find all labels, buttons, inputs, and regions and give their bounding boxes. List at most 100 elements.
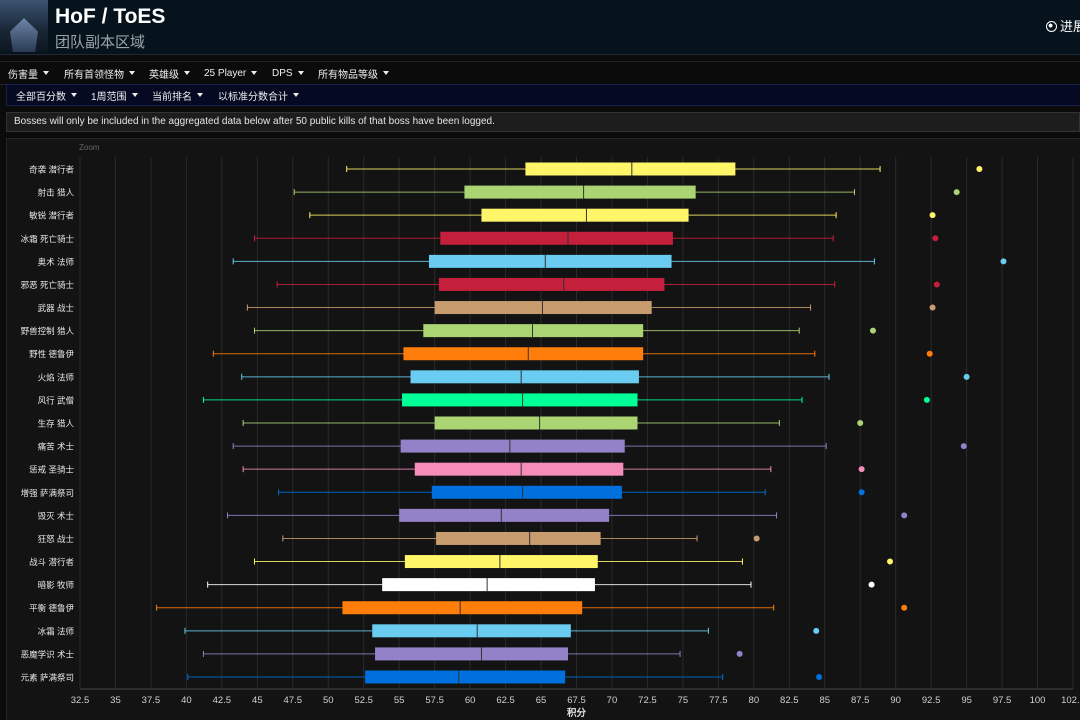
x-tick-label: 52.5	[354, 695, 373, 706]
x-tick-label: 95	[961, 695, 972, 706]
x-tick-label: 47.5	[284, 695, 303, 706]
outlier-point	[1000, 258, 1007, 265]
caret-down-icon	[43, 71, 49, 75]
caret-down-icon	[251, 71, 258, 75]
x-tick-label: 37.5	[142, 695, 161, 706]
outlier-point	[901, 512, 908, 519]
caret-down-icon	[197, 93, 203, 97]
zone-header: HoF / ToES 团队副本区域 进展	[0, 0, 1080, 55]
iqr-box	[434, 301, 652, 315]
boss-dropdown[interactable]: 所有首领怪物	[64, 62, 135, 84]
spec-label: 冰霜 法师	[38, 626, 75, 636]
spec-label: 武器 战士	[38, 303, 75, 313]
spec-label: 生存 猎人	[38, 419, 75, 429]
item-level-dropdown[interactable]: 所有物品等级	[318, 62, 389, 84]
x-tick-label: 92.5	[922, 695, 941, 706]
spec-label: 平衡 德鲁伊	[29, 603, 74, 613]
spec-label: 野性 德鲁伊	[29, 349, 74, 359]
x-tick-label: 40	[181, 695, 192, 706]
iqr-box	[431, 485, 622, 499]
outlier-point	[868, 581, 875, 588]
x-tick-label: 75	[678, 695, 689, 706]
aggregation-notice: Bosses will only be included in the aggr…	[6, 112, 1080, 132]
globe-icon	[1046, 21, 1057, 32]
x-tick-label: 77.5	[709, 695, 728, 706]
aggregation-dropdown[interactable]: 以标准分数合计	[218, 85, 299, 105]
spec-label: 惩戒 圣骑士	[29, 465, 74, 475]
iqr-box	[428, 254, 672, 268]
outlier-point	[858, 489, 865, 496]
spec-boxplot-chart: Zoom 32.5 35 37.5 40 42.5 45 47.5 50 52.5 55 57.5 6…	[6, 138, 1080, 720]
iqr-box	[365, 670, 566, 684]
spec-label: 恶魔学识 术士	[21, 649, 75, 659]
percentile-dropdown[interactable]: 全部百分数	[16, 85, 77, 105]
spec-label: 奥术 法师	[38, 257, 75, 267]
outlier-point	[858, 466, 865, 473]
secondary-filter-bar: 全部百分数 1周范围 当前排名 以标准分数合计	[6, 84, 1080, 106]
outlier-point	[960, 443, 967, 450]
caret-down-icon	[71, 93, 77, 97]
progress-label: 进展	[1060, 19, 1080, 34]
iqr-box	[375, 647, 568, 661]
ranking-dropdown[interactable]: 当前排名	[152, 85, 203, 105]
difficulty-dropdown[interactable]: 英雄级	[149, 62, 190, 84]
x-tick-label: 60	[465, 695, 476, 706]
iqr-box	[402, 393, 638, 407]
x-tick-label: 65	[536, 695, 547, 706]
outlier-point	[887, 558, 894, 565]
caret-down-icon	[297, 71, 304, 75]
boxplot-svg: 32.5 35 37.5 40 42.5 45 47.5 50 52.5 55 57.5 60 62.5…	[21, 157, 1080, 719]
outlier-point	[813, 627, 820, 634]
x-tick-label: 45	[252, 695, 263, 706]
caret-down-icon	[129, 71, 135, 75]
outlier-point	[753, 535, 760, 542]
caret-down-icon	[131, 93, 138, 97]
role-dropdown[interactable]: DPS	[272, 62, 304, 84]
spec-label: 火焰 法师	[38, 372, 75, 382]
outlier-point	[933, 281, 940, 288]
size-dropdown[interactable]: 25 Player	[204, 62, 258, 84]
zone-icon	[0, 0, 48, 52]
spec-label: 毁灭 术士	[38, 511, 75, 521]
x-tick-label: 85	[819, 695, 830, 706]
outlier-point	[929, 304, 936, 311]
x-tick-label: 67.5	[567, 695, 586, 706]
timeframe-dropdown[interactable]: 1周范围	[91, 85, 138, 105]
iqr-box	[400, 439, 625, 453]
iqr-box	[382, 578, 595, 592]
spec-label: 风行 武僧	[38, 395, 74, 405]
outlier-point	[923, 396, 930, 403]
spec-label: 射击 猎人	[38, 188, 75, 198]
outlier-point	[976, 166, 983, 172]
outlier-point	[857, 420, 864, 426]
caret-down-icon	[184, 71, 190, 75]
x-tick-label: 42.5	[213, 695, 232, 706]
iqr-box	[436, 531, 601, 545]
spec-label: 痛苦 术士	[38, 442, 75, 452]
x-tick-label: 57.5	[425, 695, 444, 706]
x-tick-label: 80	[749, 695, 760, 706]
iqr-box	[481, 208, 689, 222]
outlier-point	[736, 650, 743, 657]
x-tick-label: 82.5	[780, 695, 799, 706]
iqr-box	[410, 370, 639, 384]
iqr-box	[440, 231, 673, 245]
x-tick-label: 50	[323, 695, 334, 706]
spec-label: 元素 萨满祭司	[21, 673, 74, 683]
x-tick-label: 72.5	[638, 695, 657, 706]
spec-label: 敏锐 潜行者	[29, 211, 74, 221]
spec-label: 战斗 潜行者	[29, 557, 74, 567]
iqr-box	[399, 508, 610, 522]
x-tick-label: 70	[607, 695, 618, 706]
spec-label: 冰霜 死亡骑士	[21, 234, 75, 244]
x-tick-label: 90	[890, 695, 901, 706]
x-tick-label: 100	[1030, 695, 1046, 706]
iqr-box	[372, 624, 571, 638]
outlier-point	[929, 212, 936, 219]
outlier-point	[926, 350, 933, 357]
progress-link[interactable]: 进展	[1046, 16, 1080, 35]
spec-label: 暗影 牧师	[38, 580, 75, 590]
iqr-box	[438, 277, 665, 291]
metric-dropdown[interactable]: 伤害量	[8, 62, 49, 84]
zone-subtitle: 团队副本区域	[55, 34, 146, 51]
